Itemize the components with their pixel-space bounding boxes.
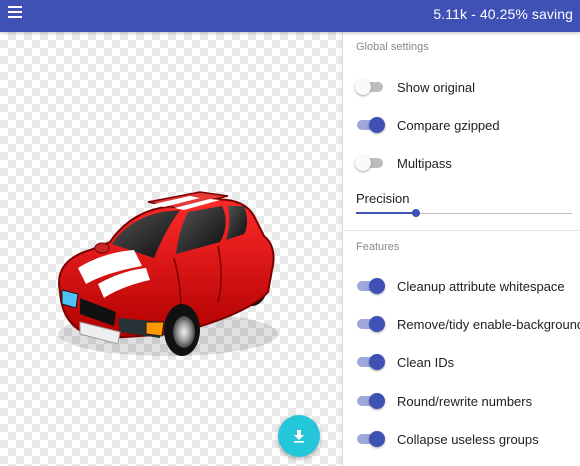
global-settings-title: Global settings [356, 41, 429, 53]
collapse-groups-toggle[interactable] [355, 429, 385, 449]
toggle-row-enable-background[interactable]: Remove/tidy enable-background [355, 314, 580, 334]
enable-background-toggle[interactable] [355, 314, 385, 334]
features-title: Features [356, 241, 400, 253]
precision-slider-fill [356, 212, 417, 214]
toggle-label: Collapse useless groups [397, 431, 539, 447]
toggle-label: Clean IDs [397, 354, 455, 370]
image-preview [0, 32, 342, 466]
download-icon [294, 430, 304, 443]
toggle-label: Remove/tidy enable-background [397, 316, 580, 332]
toggle-label: Cleanup attribute whitespace [397, 278, 565, 294]
round-numbers-toggle[interactable] [355, 391, 385, 411]
menu-icon[interactable] [8, 6, 22, 18]
toggle-label: Round/rewrite numbers [397, 393, 533, 409]
toggle-row-collapse-groups[interactable]: Collapse useless groups [355, 429, 539, 449]
toggle-row-cleanup-whitespace[interactable]: Cleanup attribute whitespace [355, 276, 565, 296]
toggle-label: Multipass [397, 155, 452, 171]
toggle-row-round-numbers[interactable]: Round/rewrite numbers [355, 391, 532, 411]
toggle-row-multipass[interactable]: Multipass [355, 153, 452, 173]
compare-gzipped-toggle[interactable] [355, 115, 385, 135]
toggle-row-clean-ids[interactable]: Clean IDs [355, 352, 454, 372]
settings-panel: Global settings Show original Compare gz… [342, 32, 580, 466]
precision-slider-knob[interactable] [412, 209, 421, 217]
toggle-label: Compare gzipped [397, 117, 500, 133]
car-image [58, 191, 278, 356]
section-divider [343, 230, 580, 231]
show-original-toggle[interactable] [355, 77, 385, 97]
multipass-toggle[interactable] [355, 153, 385, 173]
download-button[interactable] [278, 415, 320, 457]
toggle-row-compare-gzipped[interactable]: Compare gzipped [355, 115, 500, 135]
precision-label: Precision [356, 191, 410, 206]
cleanup-whitespace-toggle[interactable] [355, 276, 385, 296]
precision-slider[interactable] [356, 206, 572, 220]
clean-ids-toggle[interactable] [355, 352, 385, 372]
toggle-row-show-original[interactable]: Show original [355, 77, 475, 97]
app-bar: 5.11k - 40.25% saving [0, 0, 580, 32]
toggle-label: Show original [397, 79, 476, 95]
saving-status: 5.11k - 40.25% saving [433, 6, 573, 22]
